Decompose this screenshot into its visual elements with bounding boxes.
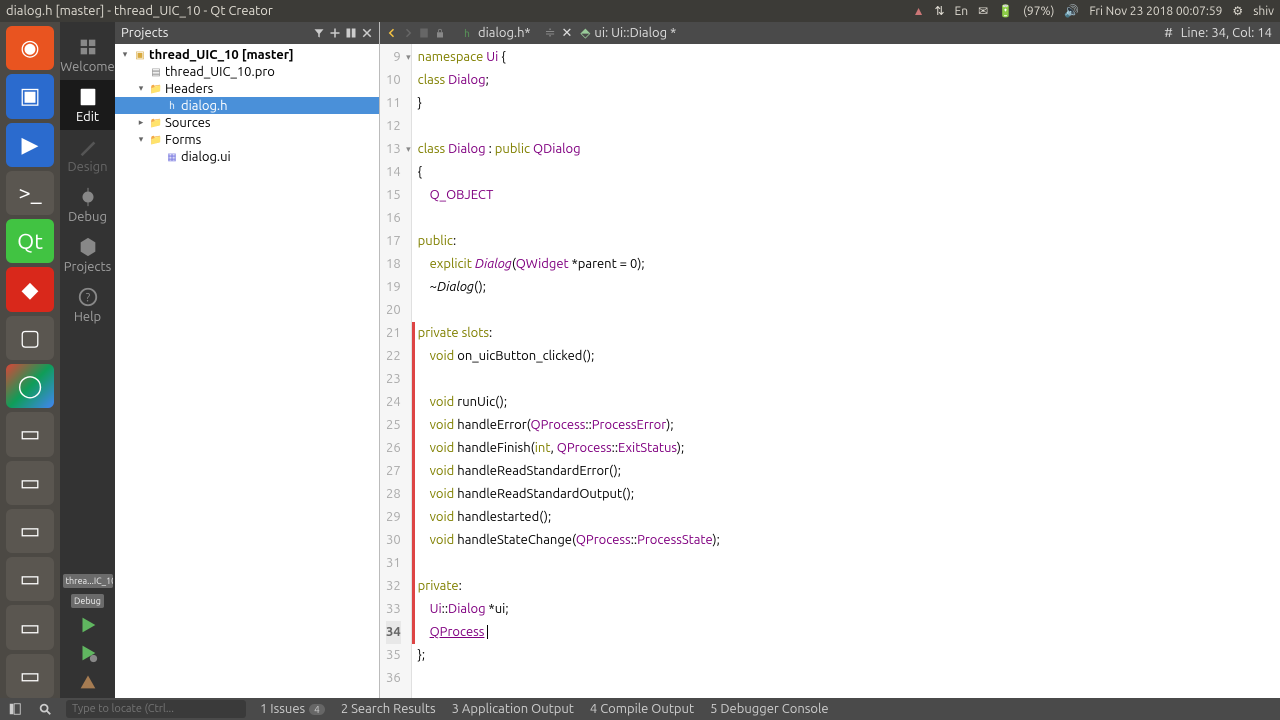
debugger-console-pane[interactable]: 5 Debugger Console [702,698,837,720]
tab-divider: ≑ [539,26,562,41]
filter-icon[interactable] [313,27,325,39]
app-output-pane[interactable]: 3 Application Output [444,698,582,720]
app7-icon[interactable]: ▭ [6,654,54,698]
volume-icon[interactable]: 🔊 [1064,4,1079,18]
username: shiv [1253,5,1274,18]
run-button[interactable] [77,614,99,636]
status-bar: 1 Issues4 2 Search Results 3 Application… [0,698,1280,720]
app-icon[interactable]: ▣ [6,74,54,118]
add-icon[interactable] [329,27,341,39]
tree-pro-file[interactable]: ▤thread_UIC_10.pro [115,63,379,80]
tree-dialog-ui[interactable]: ▦dialog.ui [115,148,379,165]
projects-title: Projects [121,26,168,40]
app3-icon[interactable]: ▭ [6,461,54,505]
debug-run-button[interactable] [77,642,99,664]
play-icon[interactable]: ▶ [6,123,54,167]
files-icon[interactable]: ▭ [6,412,54,456]
build-config[interactable]: Debug [71,594,104,608]
code-editor[interactable]: 9101112131415161718192021222324252627282… [380,44,1280,698]
issues-pane[interactable]: 1 Issues4 [252,698,333,720]
dash-icon[interactable]: ◉ [6,26,54,70]
app5-icon[interactable]: ▭ [6,557,54,601]
mode-debug[interactable]: Debug [60,180,115,230]
battery-icon: 🔋 [998,4,1013,18]
split-icon[interactable] [345,27,357,39]
tree-dialog-h[interactable]: hdialog.h [115,97,379,114]
kit-selector[interactable]: threa...IC_10 [63,574,113,588]
editor-toolbar: hdialog.h* ≑ ✕ ⬘ui: Ui::Dialog * # Line:… [380,22,1280,44]
clock: Fri Nov 23 2018 00:07:59 [1089,5,1222,18]
bookmark-icon[interactable] [418,27,430,39]
app6-icon[interactable]: ▭ [6,605,54,649]
user-icon[interactable]: ⚙ [1232,4,1243,18]
projects-header: Projects [115,22,379,44]
tree-sources[interactable]: ▸📁Sources [115,114,379,131]
tree-forms[interactable]: ▾📁Forms [115,131,379,148]
cursor-pos[interactable]: Line: 34, Col: 14 [1181,26,1272,40]
tree-headers[interactable]: ▾📁Headers [115,80,379,97]
mode-welcome[interactable]: Welcome [60,30,115,80]
compile-output-pane[interactable]: 4 Compile Output [582,698,702,720]
search-everywhere[interactable] [30,698,60,720]
unity-launcher: ◉ ▣ ▶ >_ Qt ◆ ▢ ◯ ▭ ▭ ▭ ▭ ▭ ▭ [0,22,60,698]
search-results-pane[interactable]: 2 Search Results [333,698,444,720]
window-title: dialog.h [master] - thread_UIC_10 - Qt C… [6,4,273,18]
vbox-icon[interactable]: ▢ [6,316,54,360]
battery-pct: (97%) [1023,5,1054,18]
project-tree[interactable]: ▾▣thread_UIC_10 [master] ▤thread_UIC_10.… [115,44,379,698]
close-tab-icon[interactable]: ✕ [561,26,572,41]
h-file-icon: h [460,26,474,40]
projects-pane: Projects ▾▣thread_UIC_10 [master] ▤threa… [115,22,380,698]
mail-icon[interactable]: ✉ [978,4,988,18]
system-topbar: dialog.h [master] - thread_UIC_10 - Qt C… [0,0,1280,22]
toggle-sidebar[interactable] [0,698,30,720]
mode-design[interactable]: Design [60,130,115,180]
warning-icon: ▲ [913,4,925,18]
mode-help[interactable]: ?Help [60,280,115,330]
chrome-icon[interactable]: ◯ [6,364,54,408]
editor-area: hdialog.h* ≑ ✕ ⬘ui: Ui::Dialog * # Line:… [380,22,1280,698]
nav-fwd-icon[interactable] [402,27,414,39]
app2-icon[interactable]: ◆ [6,267,54,311]
app4-icon[interactable]: ▭ [6,509,54,553]
mode-projects[interactable]: Projects [60,230,115,280]
line-gutter[interactable]: 9101112131415161718192021222324252627282… [380,44,412,698]
cursor-hash[interactable]: # [1164,26,1173,40]
svg-text:?: ? [85,292,90,305]
mode-bar: Welcome Edit Design Debug Projects ?Help… [60,22,115,698]
terminal-icon[interactable]: >_ [6,171,54,215]
code-lines[interactable]: namespace Ui {class Dialog;} class Dialo… [412,44,1280,698]
tab-outline[interactable]: ⬘ui: Ui::Dialog * [572,22,684,44]
tree-root[interactable]: ▾▣thread_UIC_10 [master] [115,46,379,63]
nav-back-icon[interactable] [386,27,398,39]
mode-edit[interactable]: Edit [60,80,115,130]
close-pane-icon[interactable] [361,27,373,39]
tab-dialog-h[interactable]: hdialog.h* [452,22,539,44]
build-button[interactable] [77,670,99,692]
lang-indicator[interactable]: En [955,5,969,18]
net-icon: ⇅ [934,4,944,18]
system-tray: ▲ ⇅ En ✉ 🔋 (97%) 🔊 Fri Nov 23 2018 00:07… [913,4,1274,18]
locator-input[interactable] [66,700,246,718]
qt-icon[interactable]: Qt [6,219,54,263]
lock-icon[interactable] [434,27,446,39]
